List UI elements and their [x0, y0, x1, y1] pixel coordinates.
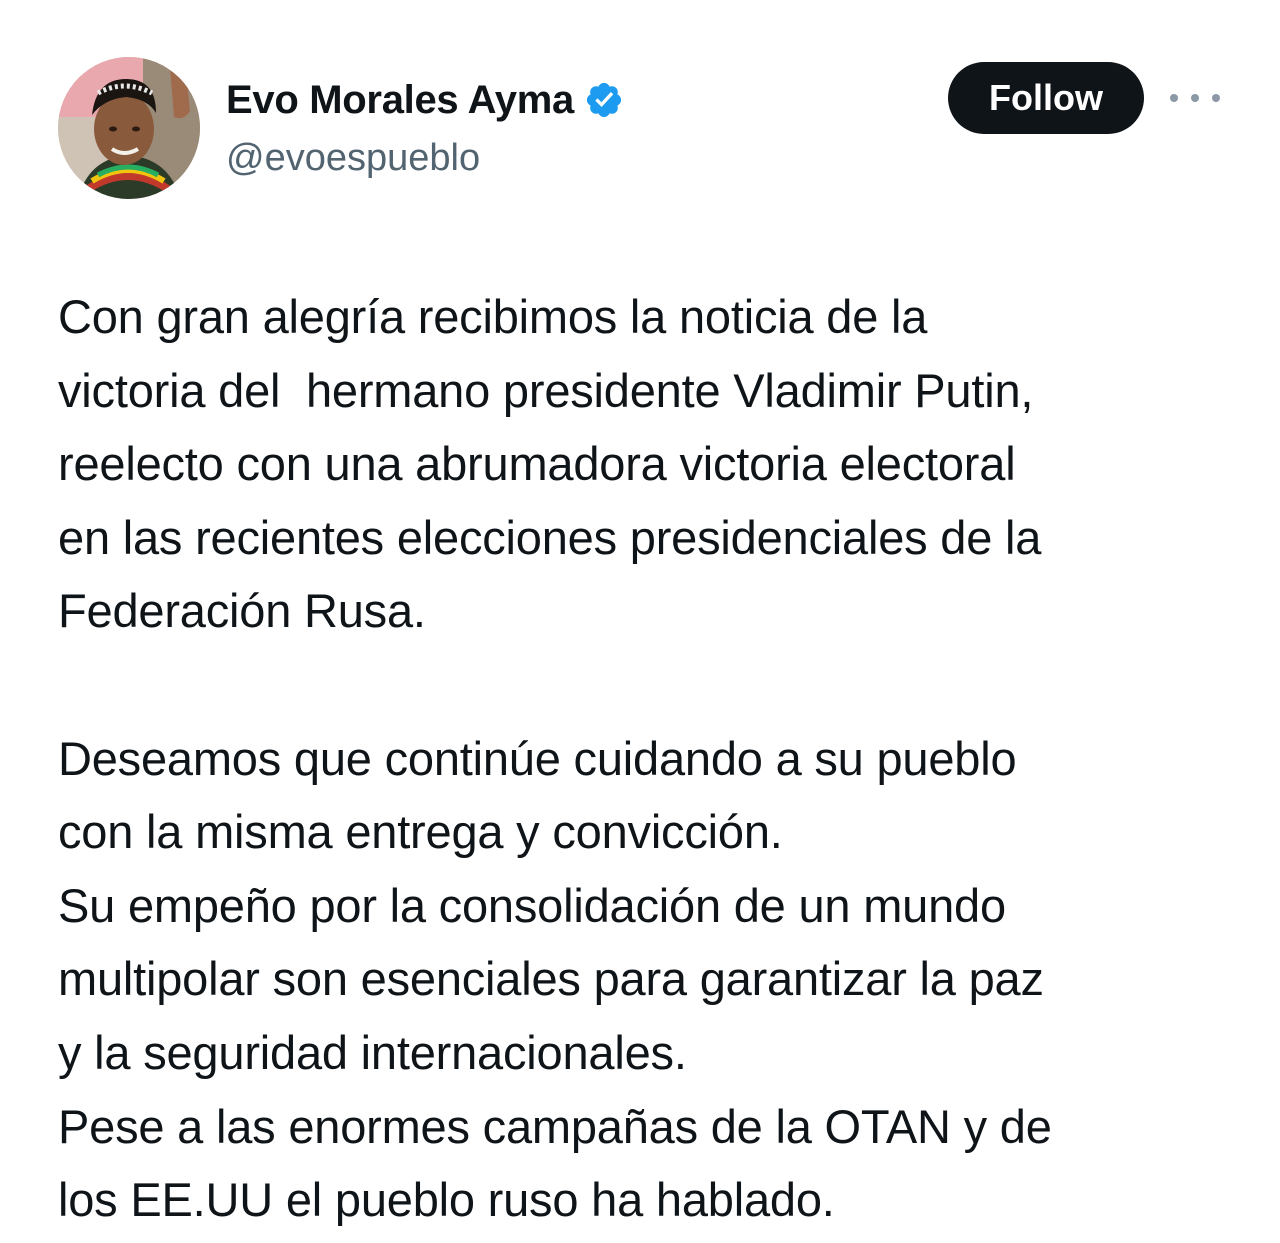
- tweet-text-line: Deseamos que continúe cuidando a su pueb…: [58, 731, 1017, 785]
- more-dot: [1170, 94, 1178, 102]
- verified-badge-icon[interactable]: [584, 80, 624, 120]
- tweet-text: Con gran alegría recibimos la noticia de…: [58, 280, 1248, 1237]
- tweet-text-line: Federación Rusa.: [58, 584, 426, 638]
- tweet-text-line: reelecto con una abrumadora victoria ele…: [58, 437, 1016, 491]
- more-horizontal-icon[interactable]: [1170, 82, 1220, 114]
- tweet-text-line: en las recientes elecciones presidencial…: [58, 510, 1042, 564]
- tweet-text-line: Su empeño por la consolidación de un mun…: [58, 878, 1006, 932]
- tweet-text-line: [58, 648, 1248, 722]
- tweet-text-line: victoria del hermano presidente Vladimir…: [58, 363, 1034, 417]
- tweet-text-line: Con gran alegría recibimos la noticia de…: [58, 290, 928, 343]
- avatar[interactable]: [58, 57, 200, 199]
- more-dot: [1212, 94, 1220, 102]
- tweet-text-line: y la seguridad internacionales.: [58, 1025, 687, 1079]
- author-name-row: Evo Morales Ayma: [226, 74, 624, 126]
- tweet-card: Evo Morales Ayma @evoespueblo Follow Con…: [0, 0, 1280, 1243]
- tweet-text-line: con la misma entrega y convicción.: [58, 805, 783, 859]
- more-dot: [1191, 94, 1199, 102]
- tweet-text-line: multipolar son esenciales para garantiza…: [58, 952, 1044, 1006]
- author-handle[interactable]: @evoespueblo: [226, 134, 480, 182]
- author-display-name[interactable]: Evo Morales Ayma: [226, 74, 574, 126]
- tweet-text-line: los EE.UU el pueblo ruso ha hablado.: [58, 1173, 835, 1227]
- follow-button[interactable]: Follow: [948, 62, 1144, 134]
- tweet-text-line: Pese a las enormes campañas de la OTAN y…: [58, 1099, 1052, 1153]
